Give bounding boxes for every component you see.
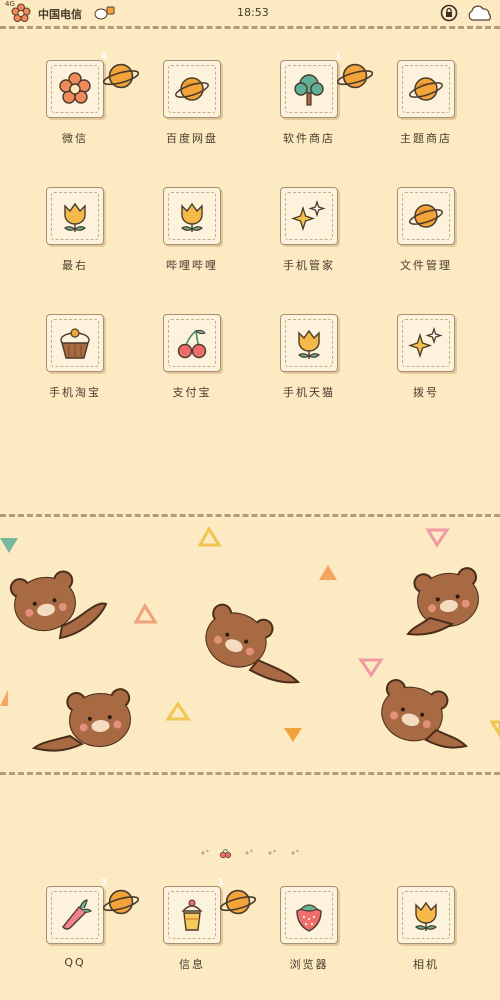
triangle xyxy=(133,603,158,624)
triangle xyxy=(165,701,191,721)
app-theme-store[interactable]: 主题商店 xyxy=(371,60,481,146)
app-tile xyxy=(397,886,455,944)
tulip-icon xyxy=(181,203,203,233)
app-label: QQ xyxy=(64,956,86,969)
triangle xyxy=(284,728,302,742)
triangle xyxy=(489,720,500,738)
dock-app-browser[interactable]: 浏览器 xyxy=(254,886,364,972)
dock-app-camera[interactable]: 相机 xyxy=(371,886,481,972)
app-tile xyxy=(280,187,338,245)
page-dot xyxy=(291,849,299,855)
app-dialer[interactable]: 拨号 xyxy=(371,314,481,400)
bear-1 xyxy=(8,569,108,640)
notification-badge: 3 xyxy=(93,874,139,915)
bear-5 xyxy=(374,676,468,749)
app-label: 主题商店 xyxy=(400,132,452,145)
bear-2 xyxy=(196,601,301,684)
app-tile: 4 xyxy=(46,52,139,118)
app-tile xyxy=(280,314,338,372)
cherry-icon xyxy=(177,329,207,359)
triangle xyxy=(425,528,450,548)
app-label: 微信 xyxy=(62,132,88,145)
app-file-manager[interactable]: 文件管理 xyxy=(371,187,481,273)
tulip-icon xyxy=(298,330,320,360)
app-label: 最右 xyxy=(62,259,88,272)
app-tile xyxy=(46,187,104,245)
bear-4 xyxy=(31,687,135,752)
app-tile xyxy=(397,187,455,245)
app-label: 手机天猫 xyxy=(283,386,335,399)
app-software-store[interactable]: 1 软件商店 xyxy=(254,52,373,146)
app-label: 相机 xyxy=(413,958,439,971)
page-indicator[interactable] xyxy=(195,846,305,860)
app-tmall[interactable]: 手机天猫 xyxy=(254,314,364,400)
bear-3 xyxy=(406,565,484,636)
strawberry-icon xyxy=(296,904,322,932)
app-label: 文件管理 xyxy=(400,259,452,272)
tulip-icon xyxy=(415,902,437,932)
app-label: 拨号 xyxy=(413,386,439,399)
app-baidu-netdisk[interactable]: 百度网盘 xyxy=(137,60,247,146)
dock-app-messages[interactable]: 1 信息 xyxy=(137,878,256,972)
triangle xyxy=(358,658,384,678)
wallpaper-divider-top xyxy=(0,514,500,517)
page-dot xyxy=(245,849,253,855)
app-bilibili[interactable]: 哔哩哔哩 xyxy=(137,187,247,273)
page-dot-active xyxy=(219,849,232,859)
drink-cup-icon xyxy=(182,899,202,931)
app-tile xyxy=(163,314,221,372)
notification-badge: 1 xyxy=(210,874,256,915)
triangle xyxy=(197,526,222,547)
carrot-icon xyxy=(62,899,92,930)
planet-icon xyxy=(408,204,444,228)
app-tile xyxy=(46,314,104,372)
app-tile xyxy=(397,60,455,118)
app-tile xyxy=(397,314,455,372)
triangle xyxy=(0,538,18,553)
app-phone-manager[interactable]: 手机管家 xyxy=(254,187,364,273)
app-label: 手机管家 xyxy=(283,259,335,272)
triangle xyxy=(0,690,8,706)
notification-badge: 1 xyxy=(327,48,373,89)
app-label: 软件商店 xyxy=(283,132,335,145)
dock-app-qq[interactable]: 3 QQ xyxy=(20,878,139,969)
app-label: 哔哩哔哩 xyxy=(166,259,218,272)
tree-icon xyxy=(294,74,324,106)
app-label: 手机淘宝 xyxy=(49,386,101,399)
app-tile xyxy=(163,187,221,245)
app-alipay[interactable]: 支付宝 xyxy=(137,314,247,400)
app-label: 支付宝 xyxy=(172,386,212,399)
triangle xyxy=(319,565,337,580)
app-tile xyxy=(163,60,221,118)
sparkle-icon xyxy=(292,201,325,230)
app-label: 信息 xyxy=(179,958,205,971)
app-taobao[interactable]: 手机淘宝 xyxy=(20,314,130,400)
app-wechat[interactable]: 4 微信 xyxy=(20,52,139,146)
app-tile: 3 xyxy=(46,878,139,944)
app-tile xyxy=(280,886,338,944)
flower-icon xyxy=(59,72,91,104)
wallpaper-divider-bottom xyxy=(0,772,500,775)
sparkle-icon xyxy=(409,328,442,357)
app-tile: 1 xyxy=(163,878,256,944)
notification-badge: 4 xyxy=(93,48,139,89)
page-dot xyxy=(268,849,276,855)
planet-icon xyxy=(174,77,210,101)
app-label: 百度网盘 xyxy=(166,132,218,145)
page-dot xyxy=(201,849,209,855)
planet-icon xyxy=(408,77,444,101)
tulip-icon xyxy=(64,203,86,233)
cupcake-icon xyxy=(60,328,90,359)
app-zuiyou[interactable]: 最右 xyxy=(20,187,130,273)
app-tile: 1 xyxy=(280,52,373,118)
app-label: 浏览器 xyxy=(289,958,329,971)
